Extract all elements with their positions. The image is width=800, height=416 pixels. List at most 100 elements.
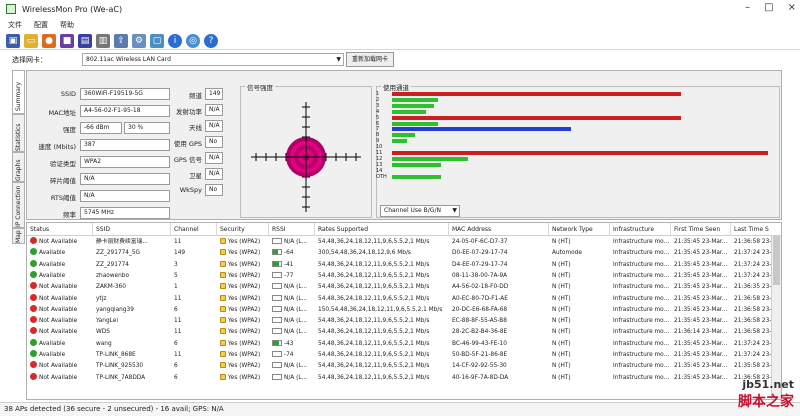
monitor-icon[interactable]: ▢ [150,33,164,48]
column-header[interactable]: MAC Address [449,223,549,236]
tab-statistics[interactable]: Statistics [12,114,25,152]
table-row[interactable]: Not Available TP-LINK_7A8DDA 6 Yes (WPA2) N/… [27,372,772,384]
help-icon[interactable]: ? [204,33,218,48]
watermark: jb51.net 脚本之家 [738,378,794,411]
open-folder-icon[interactable]: ▭ [24,33,38,48]
cell-mac: A4-56-02-18-F0-DD [449,282,549,293]
table-row[interactable]: Available zhaowenbo 5 Yes (WPA2) -77 54,48,36… [27,270,772,282]
cell-first: 21:35:45 23-Mar... [671,282,731,293]
cell-first: 21:35:45 23-Mar... [671,260,731,271]
tab-ip-connection[interactable]: IP Connection [12,182,25,228]
table-row[interactable]: Available ZZ_291774 3 Yes (WPA2) -41 54,48,36… [27,259,772,271]
cell-text: N/A (L... [284,363,308,370]
table-row[interactable]: Available TP-LINK_868E 11 Yes (WPA2) -74 54,4… [27,350,772,361]
auth-label: 验证类型 [50,160,76,168]
column-header[interactable]: RSSI [269,223,315,236]
close-icon[interactable]: × [788,2,796,13]
column-header[interactable]: Status [27,223,93,236]
cell-text: N/A (L... [284,374,308,381]
cell-text: 54,48,36,24,18,12,11,9,6,5.5,2,1 Mb/s [318,295,430,302]
cell-rssi: N/A (L... [269,282,315,293]
column-header[interactable]: Infrastructure [610,223,671,236]
cell-text: Yes (WPA2) [228,318,261,325]
status-dot-icon [30,248,37,256]
cell-text: Yes (WPA2) [228,352,261,358]
cell-last: 21:37:24 23- [731,350,781,361]
info-icon[interactable]: i [168,33,182,48]
cell-text: 21:36:14 23-Mar... [674,329,728,336]
signal-bar-icon [272,362,282,369]
cell-rssi: -64 [269,248,315,259]
cell-text: 21:35:45 23-Mar... [674,340,728,347]
cell-text: 54,48,36,24,18,12,11,9,6,5.5,2,1 Mb/s [318,284,430,291]
cell-text: 14-CF-92-92-55-30 [452,363,507,370]
side-tabs: Summary Statistics Graphs IP Connection … [12,70,25,400]
cell-text: Not Available [39,306,78,313]
column-header[interactable]: First Time Seen [671,223,731,236]
status-dot-icon [30,304,37,312]
cell-security: Yes (WPA2) [217,294,269,305]
save-icon[interactable]: ▣ [6,33,20,48]
cell-text: 1 [174,284,178,291]
status-dot-icon [30,338,37,346]
column-header[interactable]: Rates Supported [315,223,449,236]
column-header[interactable]: Last Time S [731,223,781,236]
cell-text: 21:35:45 23-Mar... [674,363,728,370]
stop-icon[interactable]: ■ [60,33,74,48]
cell-net: N (HT) [549,316,610,327]
cell-security: Yes (WPA2) [217,260,269,271]
export-icon[interactable]: ⇪ [114,33,128,48]
status-bar: 38 APs detected (36 secure - 2 unsecured… [0,402,800,416]
table-row[interactable]: Not Available TP-LINK_925530 6 Yes (WPA2) N/… [27,361,772,372]
table-row[interactable]: Not Available ZAKM-360 1 Yes (WPA2) N/A (L..… [27,282,772,293]
table-row[interactable]: Available wang 6 Yes (WPA2) -43 54,48,36,24,1… [27,338,772,350]
cell-channel: 1 [171,282,217,293]
cell-text: Infrastructure mo... [613,272,670,279]
cell-security: Yes (WPA2) [217,237,269,248]
network-icon[interactable]: ▤ [78,33,92,48]
menu-config[interactable]: 配置 [34,20,48,30]
column-header[interactable]: Network Type [549,223,610,236]
lock-icon [220,271,226,278]
table-row[interactable]: Not Available ytjz 11 Yes (WPA2) N/A (L... 54… [27,293,772,305]
globe-icon[interactable]: ◎ [186,33,200,48]
column-header[interactable]: SSID [93,223,171,236]
table-row[interactable]: Not Available yangqiang39 6 Yes (WPA2) N/A (… [27,304,772,316]
menu-file[interactable]: 文件 [8,20,22,30]
play-icon[interactable]: ● [42,33,56,48]
cell-channel: 11 [171,316,217,327]
menu-help[interactable]: 帮助 [60,20,74,30]
cell-status: Available [27,338,93,350]
minimize-icon[interactable]: – [745,2,750,13]
tab-graphs[interactable]: Graphs [12,152,25,182]
signal-bar-icon [272,373,282,380]
adapter-select[interactable]: 802.11ac Wireless LAN Card ▼ [82,53,344,66]
cell-text: ZZ_291774 [96,261,129,268]
cell-security: Yes (WPA2) [217,248,269,259]
table-row[interactable]: Not Available 静卡丽财费续富瑞... 11 Yes (WPA2) N/A … [27,237,772,248]
cell-text: 149 [174,250,186,257]
status-dot-icon [30,259,37,267]
cell-rssi: N/A (L... [269,305,315,316]
tab-summary[interactable]: Summary [12,70,25,114]
cell-security: Yes (WPA2) [217,350,269,361]
cell-text: N/A (L... [284,295,308,302]
cell-text: Automode [552,250,582,257]
status-dot-icon [30,270,37,278]
title-bar: WirelessMon Pro (We-aC) – □ × [0,0,800,18]
channel-use-mode-select[interactable]: Channel Use B/G/N ▼ [380,205,460,217]
column-header[interactable]: Channel [171,223,217,236]
print-icon[interactable]: ▥ [96,33,110,48]
reload-adapter-button[interactable]: 重新加载网卡 [346,52,394,67]
table-row[interactable]: Not Available WDS 11 Yes (WPA2) N/A (L... 54,… [27,327,772,338]
cell-last: 21:37:24 23- [731,248,781,259]
tab-map[interactable]: Map [12,228,25,244]
gps-signal-label: GPS 信号 [173,156,202,164]
cell-first: 21:35:45 23-Mar... [671,350,731,361]
settings-icon[interactable]: ⚙ [132,33,146,48]
maximize-icon[interactable]: □ [764,2,773,13]
cell-security: Yes (WPA2) [217,282,269,293]
column-header[interactable]: Security [217,223,269,236]
table-row[interactable]: Not Available YangLei 11 Yes (WPA2) N/A (L..… [27,316,772,327]
table-row[interactable]: Available ZZ_291774_5G 149 Yes (WPA2) -64 300… [27,248,772,259]
